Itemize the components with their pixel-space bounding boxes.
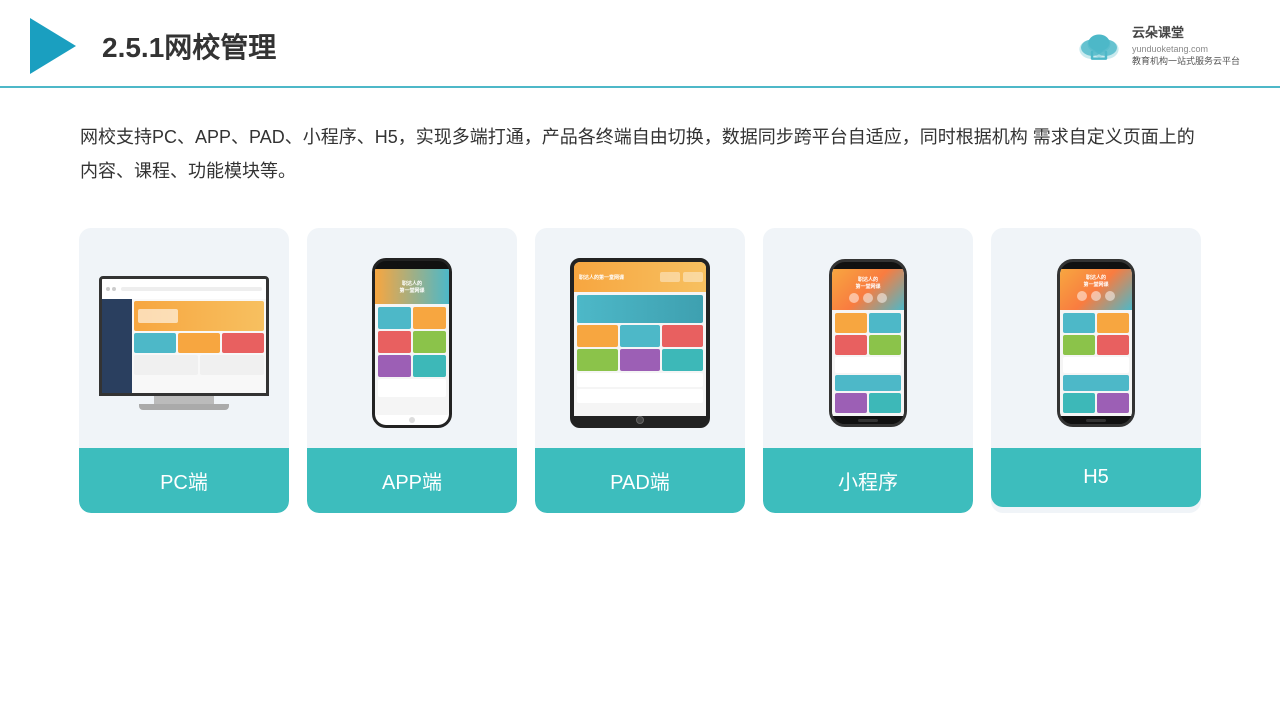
pad-label: PAD端 [535,448,745,513]
logo-area: 云朵课堂 yunduoketang.com 教育机构一站式服务云平台 [1074,24,1240,67]
app-phone-icon: 职达人的第一堂网课 [372,258,452,428]
card-mini-program[interactable]: 职达人的第一堂网课 [763,228,973,513]
card-pad[interactable]: 职达人的第一堂网课 [535,228,745,513]
app-image-area: 职达人的第一堂网课 [307,228,517,448]
h5-image-area: 职达人的第一堂网课 [991,228,1201,448]
card-pc[interactable]: PC端 [79,228,289,513]
description-text: 网校支持PC、APP、PAD、小程序、H5，实现多端打通，产品各终端自由切换，数… [0,88,1280,198]
header-left: 2.5.1网校管理 [30,18,276,74]
pc-image-area [79,228,289,448]
pc-monitor-icon [99,276,269,410]
cards-container: PC端 职达人的第一堂网课 [0,198,1280,543]
h5-label: H5 [991,448,1201,507]
cloud-logo-icon [1074,28,1124,64]
card-app[interactable]: 职达人的第一堂网课 [307,228,517,513]
mini-program-label: 小程序 [763,448,973,513]
header: 2.5.1网校管理 云朵课堂 yunduoketang.com 教育机构一站式服… [0,0,1280,88]
card-h5[interactable]: 职达人的第一堂网课 [991,228,1201,513]
h5-phone-icon: 职达人的第一堂网课 [1057,259,1135,427]
mini-program-image-area: 职达人的第一堂网课 [763,228,973,448]
logo-text: 云朵课堂 yunduoketang.com 教育机构一站式服务云平台 [1132,24,1240,67]
page-title: 2.5.1网校管理 [102,26,276,66]
play-icon [30,18,76,74]
pad-tablet-icon: 职达人的第一堂网课 [570,258,710,428]
mini-program-phone-icon: 职达人的第一堂网课 [829,259,907,427]
pad-image-area: 职达人的第一堂网课 [535,228,745,448]
app-label: APP端 [307,448,517,513]
pc-label: PC端 [79,448,289,513]
